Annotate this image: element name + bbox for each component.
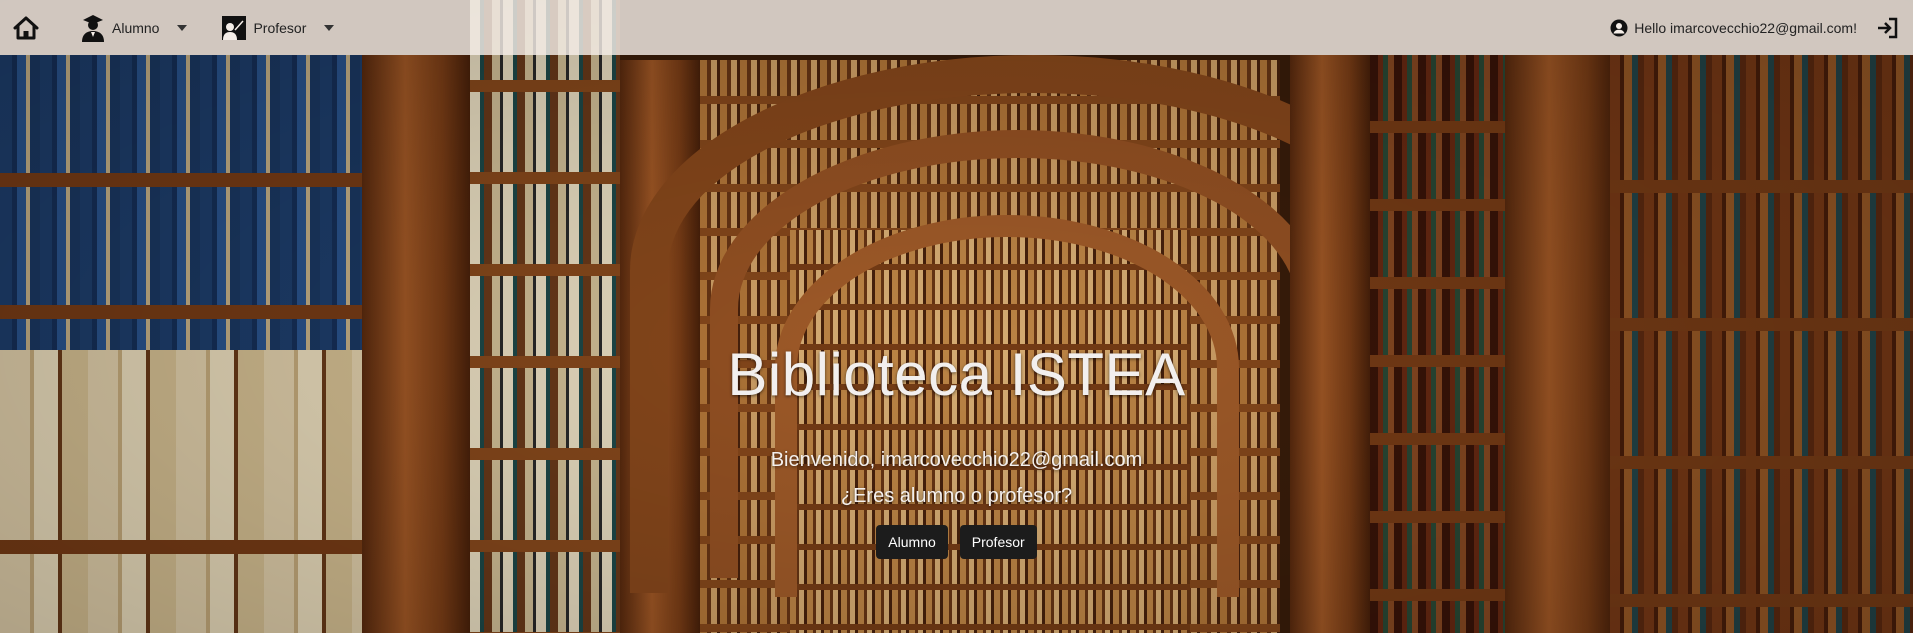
profesor-button[interactable]: Profesor [959,525,1037,559]
page-title: Biblioteca ISTEA [727,341,1186,408]
alumno-button[interactable]: Alumno [876,525,948,559]
hero-section: Biblioteca ISTEA Bienvenido, imarcovecch… [0,0,1913,633]
role-buttons: Alumno Profesor [876,525,1037,559]
role-question: ¿Eres alumno o profesor? [840,485,1073,507]
welcome-message: Bienvenido, imarcovecchio22@gmail.com [770,449,1143,471]
page: Alumno Profesor Hello imarcovecchio22@gm… [0,0,1913,633]
